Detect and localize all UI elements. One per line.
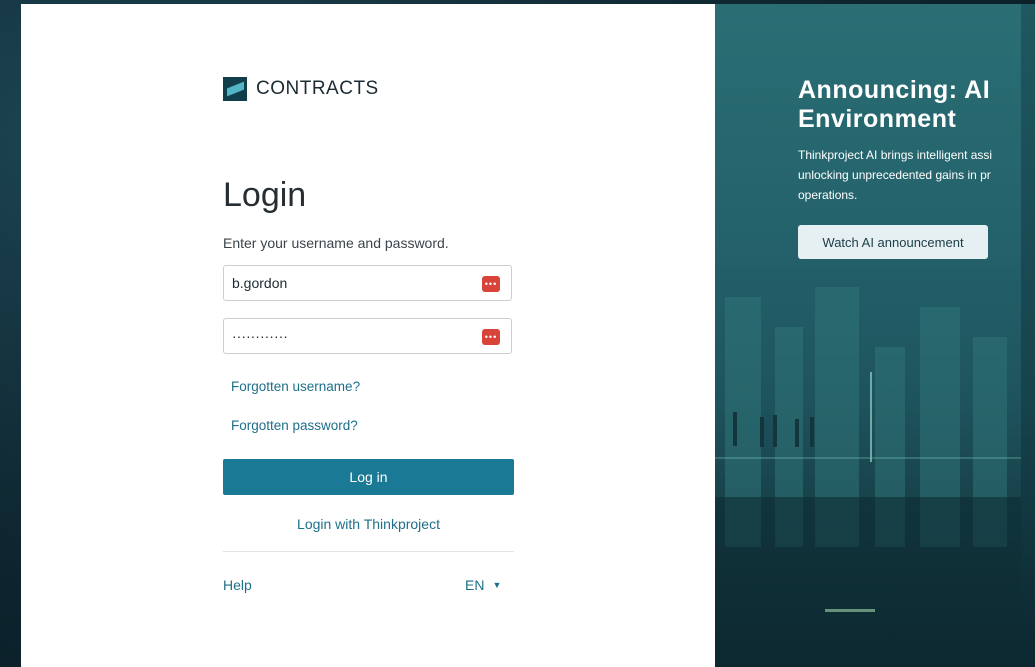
username-field-wrapper: ••• xyxy=(223,265,512,301)
help-link[interactable]: Help xyxy=(223,577,252,593)
password-manager-icon[interactable]: ••• xyxy=(482,276,500,292)
language-selector[interactable]: EN ▼ xyxy=(465,577,501,593)
forgotten-password-link[interactable]: Forgotten password? xyxy=(231,418,358,433)
announcement-text: Thinkproject AI brings intelligent assi … xyxy=(798,145,1021,205)
login-with-thinkproject-link[interactable]: Login with Thinkproject xyxy=(223,516,514,532)
watch-ai-announcement-button[interactable]: Watch AI announcement xyxy=(798,225,988,259)
brand-name: CONTRACTS xyxy=(256,78,379,99)
forgotten-username-link[interactable]: Forgotten username? xyxy=(231,379,360,394)
announcement-line-1: Thinkproject AI brings intelligent assi xyxy=(798,148,993,162)
password-manager-icon[interactable]: ••• xyxy=(482,329,500,345)
page-title: Login xyxy=(223,176,307,214)
announcement-panel: Announcing: AI Environment Thinkproject … xyxy=(715,4,1021,667)
announcement-title: Announcing: AI Environment xyxy=(798,76,991,133)
announcement-line-3: operations. xyxy=(798,188,858,202)
password-input[interactable] xyxy=(224,327,474,345)
login-button[interactable]: Log in xyxy=(223,459,514,495)
city-background-image xyxy=(715,287,1021,667)
announcement-line-2: unlocking unprecedented gains in pr xyxy=(798,168,991,182)
username-input[interactable] xyxy=(224,274,474,292)
language-label: EN xyxy=(465,577,485,593)
login-instructions: Enter your username and password. xyxy=(223,235,449,251)
password-field-wrapper: ••• xyxy=(223,318,512,354)
contracts-logo-icon xyxy=(223,77,247,101)
caret-down-icon: ▼ xyxy=(492,580,502,590)
contracts-logo: CONTRACTS xyxy=(223,77,379,101)
footer-divider xyxy=(223,551,514,552)
window-edge xyxy=(1021,4,1035,667)
login-panel: CONTRACTS Login Enter your username and … xyxy=(21,4,715,667)
